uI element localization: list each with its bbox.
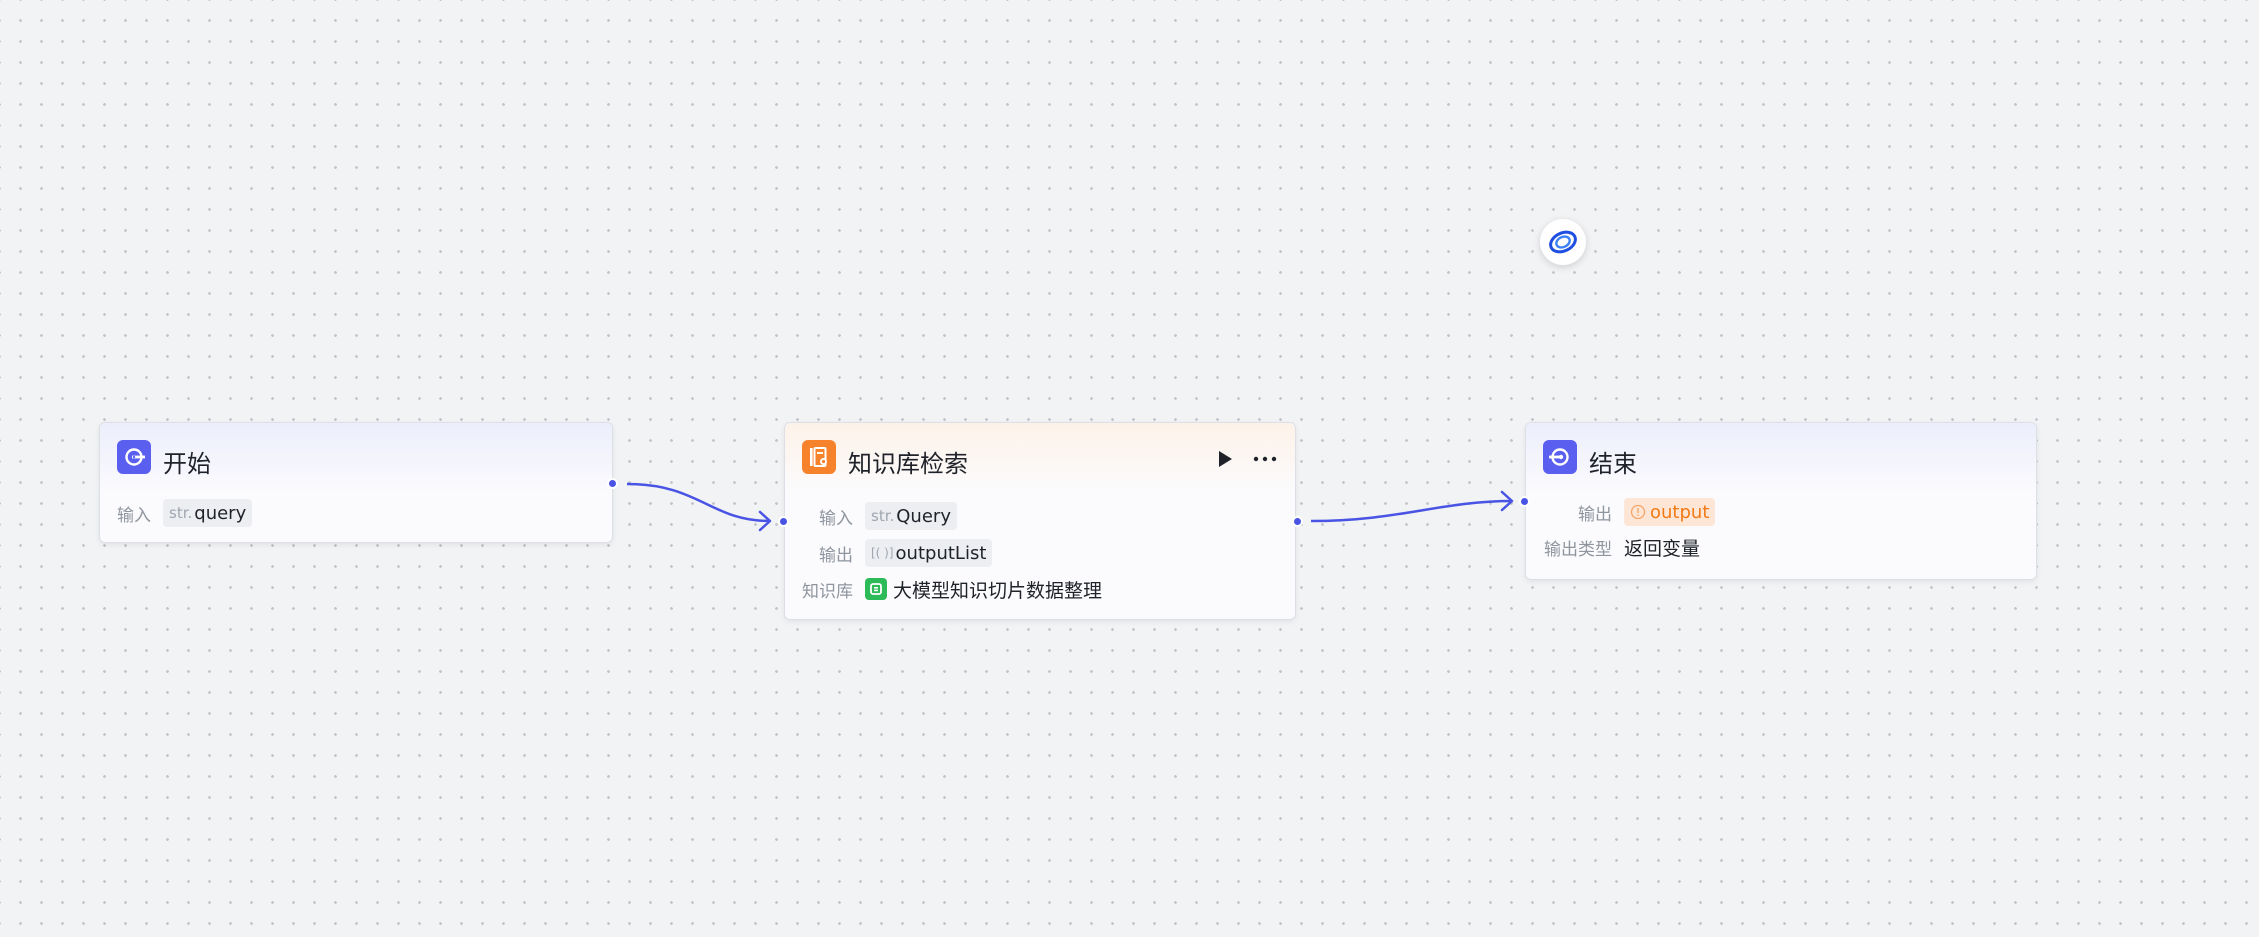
- kb-output-handle[interactable]: [1292, 516, 1303, 527]
- variable-name: outputList: [895, 542, 987, 564]
- node-title: 开始: [163, 450, 211, 478]
- input-variable-tag: str. query: [163, 499, 253, 527]
- type-prefix: str.: [169, 504, 193, 522]
- start-output-handle[interactable]: [607, 478, 618, 489]
- edge-kb-to-end[interactable]: [1310, 499, 1513, 523]
- type-prefix: str.: [871, 507, 895, 525]
- variable-name: output: [1650, 501, 1710, 523]
- node-title: 知识库检索: [848, 450, 968, 478]
- kb-input-handle[interactable]: [778, 516, 789, 527]
- type-prefix: [( )]: [871, 546, 894, 560]
- knowledge-base-name[interactable]: 大模型知识切片数据整理: [893, 576, 1102, 603]
- output-variable-tag: output: [1624, 498, 1716, 526]
- end-input-handle[interactable]: [1519, 496, 1530, 507]
- more-icon[interactable]: [1252, 448, 1278, 470]
- start-node-header[interactable]: 开始: [100, 423, 612, 493]
- output-type-value[interactable]: 返回变量: [1624, 534, 1700, 561]
- start-node[interactable]: 开始 输入 str. query: [99, 422, 613, 543]
- dataset-icon: [865, 578, 887, 600]
- output-label: 输出: [819, 545, 853, 566]
- knowledge-base-label: 知识库: [802, 581, 853, 602]
- assistant-logo-icon[interactable]: [1540, 219, 1586, 265]
- variable-name: Query: [896, 505, 951, 527]
- knowledge-search-icon: [802, 440, 836, 474]
- input-variable-tag: str. Query: [865, 502, 957, 530]
- end-node-header[interactable]: 结束: [1526, 423, 2036, 493]
- input-label: 输入: [819, 508, 853, 529]
- play-icon[interactable]: [1214, 448, 1236, 470]
- variable-name: query: [194, 502, 247, 524]
- output-label: 输出: [1578, 504, 1612, 525]
- start-node-icon: [117, 440, 151, 474]
- output-type-label: 输出类型: [1544, 539, 1612, 560]
- end-node[interactable]: 结束 输出 output 输出类型 返回变量: [1525, 422, 2037, 580]
- knowledge-search-node[interactable]: 知识库检索 输入 str. Query 输出 [( )] outputList …: [784, 422, 1296, 620]
- workflow-canvas[interactable]: 开始 输入 str. query 知识库检索 输入 str. Query 输出 …: [0, 0, 2259, 937]
- kb-node-header[interactable]: 知识库检索: [785, 423, 1295, 493]
- edge-start-to-kb[interactable]: [626, 482, 771, 523]
- warning-circle-icon: [1630, 504, 1646, 520]
- input-label: 输入: [117, 505, 151, 526]
- output-variable-tag: [( )] outputList: [865, 539, 993, 567]
- node-title: 结束: [1589, 450, 1637, 478]
- end-node-icon: [1543, 440, 1577, 474]
